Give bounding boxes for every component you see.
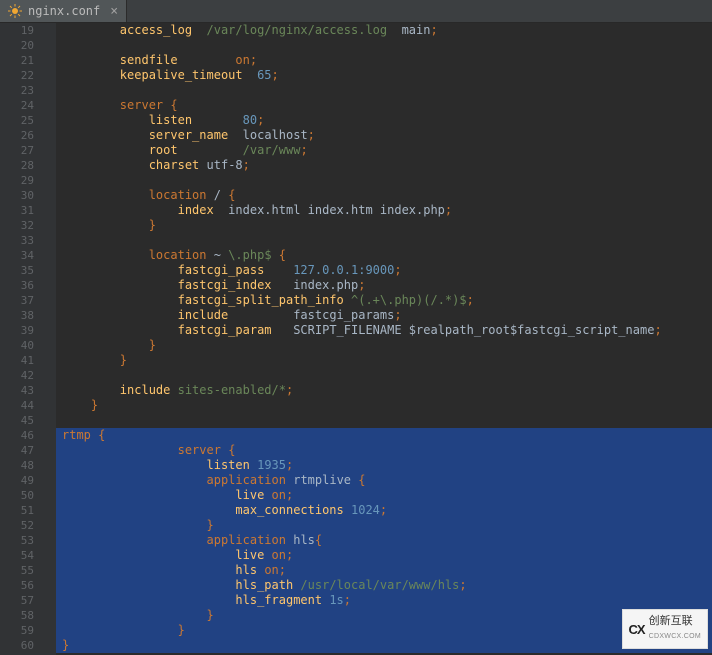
line-number: 48	[0, 458, 34, 473]
tab-filename: nginx.conf	[28, 4, 100, 19]
line-number: 43	[0, 383, 34, 398]
sun-file-icon	[8, 4, 22, 18]
line-number: 25	[0, 113, 34, 128]
line-number: 33	[0, 233, 34, 248]
line-number: 50	[0, 488, 34, 503]
line-number: 46	[0, 428, 34, 443]
line-number-gutter: 1920212223242526272829303132333435363738…	[0, 23, 42, 655]
line-number: 37	[0, 293, 34, 308]
code-editor[interactable]: 1920212223242526272829303132333435363738…	[0, 23, 712, 655]
line-number: 41	[0, 353, 34, 368]
line-number: 44	[0, 398, 34, 413]
tab-bar: nginx.conf ×	[0, 0, 712, 23]
line-number: 26	[0, 128, 34, 143]
line-number: 19	[0, 23, 34, 38]
line-number: 20	[0, 38, 34, 53]
line-number: 52	[0, 518, 34, 533]
file-tab[interactable]: nginx.conf ×	[0, 0, 127, 22]
line-number: 29	[0, 173, 34, 188]
line-number: 32	[0, 218, 34, 233]
line-number: 35	[0, 263, 34, 278]
line-number: 57	[0, 593, 34, 608]
code-area[interactable]: access_log /var/log/nginx/access.log mai…	[56, 23, 712, 655]
line-number: 31	[0, 203, 34, 218]
line-number: 21	[0, 53, 34, 68]
line-number: 24	[0, 98, 34, 113]
line-number: 53	[0, 533, 34, 548]
line-number: 51	[0, 503, 34, 518]
line-number: 59	[0, 623, 34, 638]
line-number: 22	[0, 68, 34, 83]
line-number: 47	[0, 443, 34, 458]
tab-close-icon[interactable]: ×	[110, 5, 118, 18]
gutter-stripe	[42, 23, 56, 655]
line-number: 49	[0, 473, 34, 488]
line-number: 60	[0, 638, 34, 653]
line-number: 38	[0, 308, 34, 323]
line-number: 30	[0, 188, 34, 203]
line-number: 54	[0, 548, 34, 563]
line-number: 40	[0, 338, 34, 353]
line-number: 28	[0, 158, 34, 173]
line-number: 27	[0, 143, 34, 158]
line-number: 56	[0, 578, 34, 593]
line-number: 45	[0, 413, 34, 428]
line-number: 36	[0, 278, 34, 293]
line-number: 34	[0, 248, 34, 263]
line-number: 23	[0, 83, 34, 98]
line-number: 55	[0, 563, 34, 578]
line-number: 39	[0, 323, 34, 338]
line-number: 42	[0, 368, 34, 383]
line-number: 58	[0, 608, 34, 623]
